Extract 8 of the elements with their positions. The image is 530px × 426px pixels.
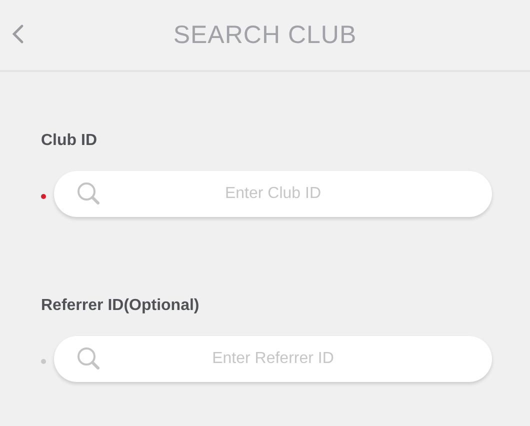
back-icon — [12, 24, 24, 44]
page-title: SEARCH CLUB — [173, 20, 357, 50]
search-icon — [76, 181, 102, 207]
search-field[interactable]: Enter Referrer ID — [54, 336, 492, 382]
search-field[interactable]: Enter Club ID — [54, 171, 492, 217]
field-label: Club ID — [41, 132, 98, 150]
search-icon — [76, 346, 102, 372]
field-label: Referrer ID(Optional) — [41, 297, 200, 315]
